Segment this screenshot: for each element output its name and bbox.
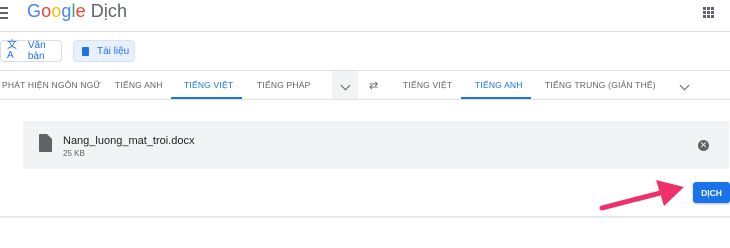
translate-icon: 文A (7, 40, 17, 61)
target-lang-vietnamese[interactable]: TIẾNG VIỆT (403, 80, 452, 90)
source-lang-detect[interactable]: PHÁT HIỆN NGÔN NGỮ (2, 80, 101, 90)
documents-mode-button[interactable]: Tài liệu (73, 40, 135, 62)
file-icon (39, 134, 52, 152)
documents-mode-label: Tài liệu (97, 45, 130, 57)
translate-button[interactable]: DỊCH (693, 182, 730, 203)
target-chevron-down-icon[interactable] (679, 80, 690, 91)
product-name: Dịch (90, 1, 128, 21)
text-mode-button[interactable]: 文A Văn bản (0, 40, 62, 62)
apps-grid-icon[interactable] (703, 7, 714, 18)
panel-shadow (0, 216, 730, 219)
document-icon (82, 46, 89, 56)
menu-icon[interactable] (0, 6, 8, 20)
source-lang-vietnamese[interactable]: TIẾNG VIỆT (184, 80, 233, 90)
swap-languages-icon[interactable]: ⇄ (369, 79, 378, 92)
text-mode-label: Văn bản (27, 40, 46, 62)
source-lang-english[interactable]: TIẾNG ANH (115, 80, 163, 90)
target-lang-english[interactable]: TIẾNG ANH (475, 80, 523, 90)
language-bar-top-divider (0, 70, 730, 71)
header-divider (0, 31, 730, 32)
remove-file-icon[interactable]: ✕ (698, 140, 709, 151)
target-lang-chinese-simplified[interactable]: TIẾNG TRUNG (GIẢN THỂ) (545, 80, 656, 90)
google-translate-logo[interactable]: Google Dịch (27, 1, 127, 22)
annotation-arrow-icon (599, 180, 684, 211)
file-size: 25 KB (63, 149, 85, 158)
file-name: Nang_luong_mat_troi.docx (63, 135, 195, 147)
source-lang-french[interactable]: TIẾNG PHÁP (257, 80, 310, 90)
